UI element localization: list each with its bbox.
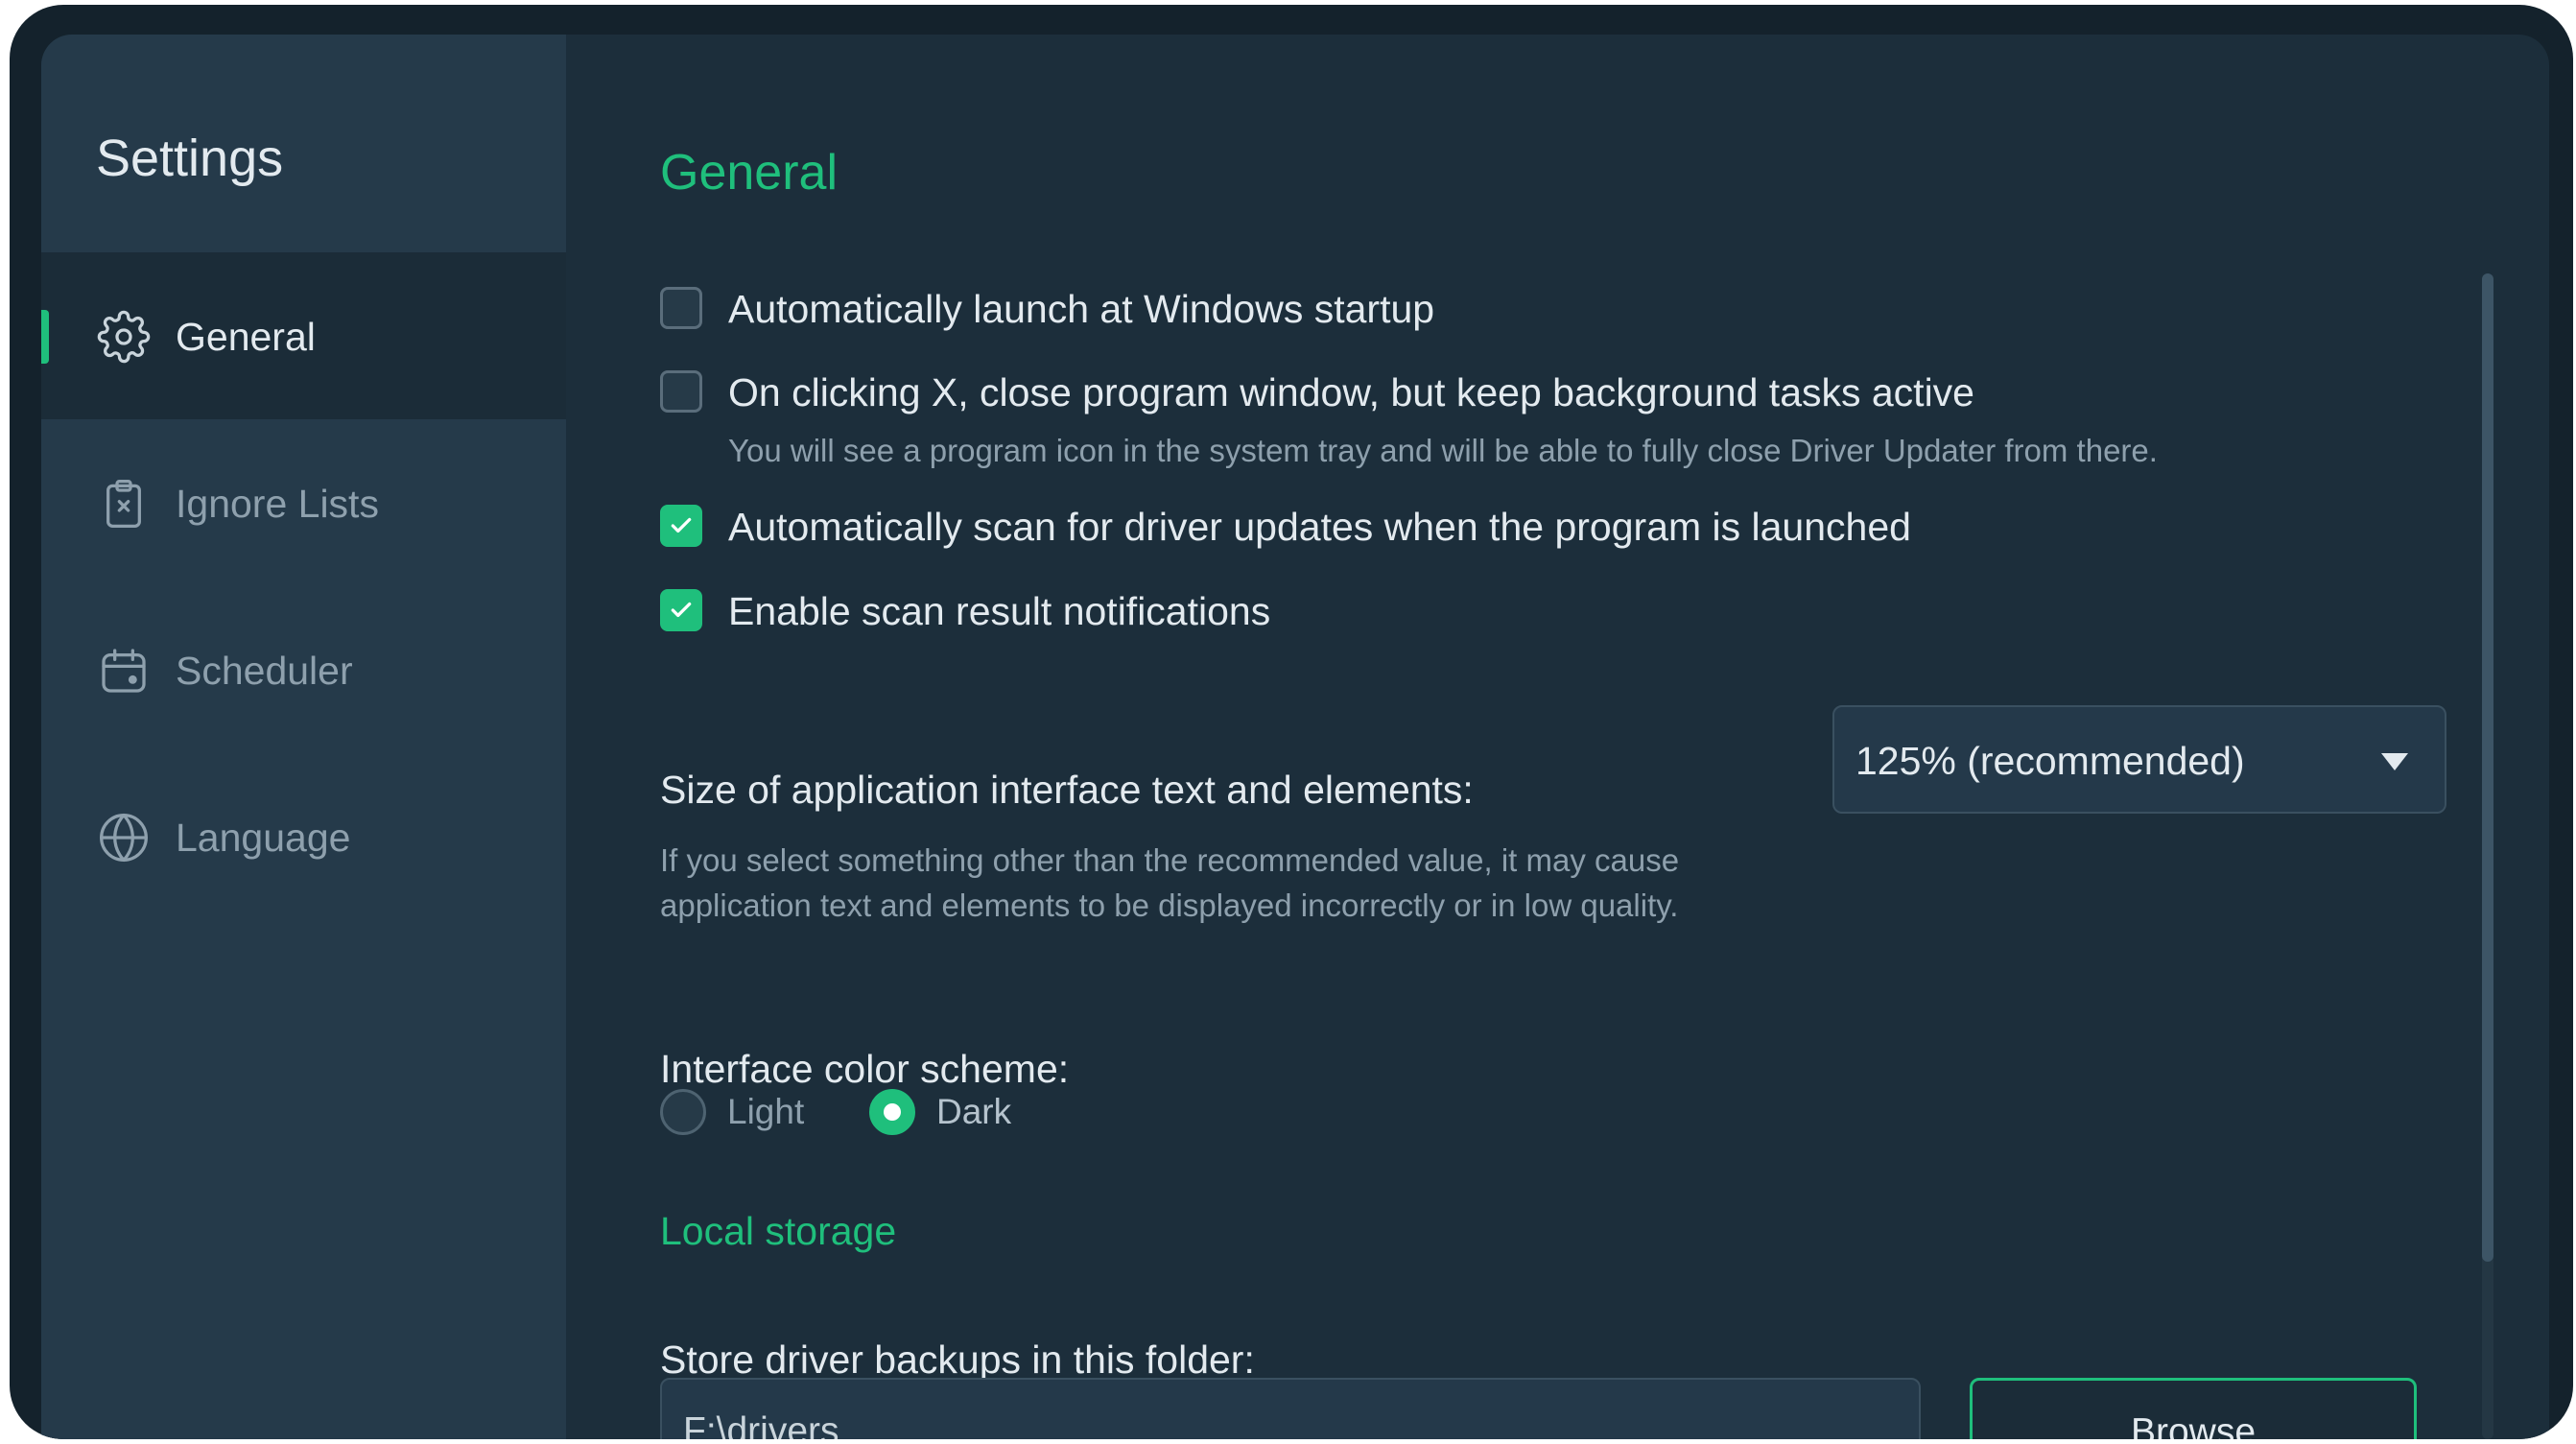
backup-folder-input[interactable]: F:\drivers [660, 1378, 1921, 1439]
checkbox[interactable] [660, 589, 702, 631]
checkbox-label: Automatically scan for driver updates wh… [728, 505, 1911, 549]
sidebar-item-label: Language [176, 816, 351, 860]
checkbox-label: On clicking X, close program window, but… [728, 370, 1974, 414]
app-frame: Settings General Ignore Lists Scheduler … [10, 5, 2573, 1439]
ui-size-label: Size of application interface text and e… [660, 768, 1474, 812]
sidebar-item-general[interactable]: General [41, 252, 566, 419]
color-scheme-label: Interface color scheme: [660, 1047, 1070, 1091]
globe-icon [100, 814, 148, 862]
sidebar-title: Settings [96, 130, 284, 187]
background-tasks-hint: You will see a program icon in the syste… [728, 433, 2158, 468]
radio-label: Dark [936, 1092, 1012, 1131]
settings-window: Settings General Ignore Lists Scheduler … [41, 35, 2549, 1439]
clipboard-x-icon [106, 480, 141, 528]
gear-icon [97, 310, 151, 364]
checkmark-icon [671, 517, 692, 533]
sidebar-item-label: General [176, 315, 316, 359]
ui-size-value: 125% (recommended) [1855, 739, 2245, 783]
active-indicator [41, 310, 49, 364]
checkbox-label: Enable scan result notifications [728, 589, 1271, 633]
scrollbar-thumb[interactable] [2482, 273, 2493, 1262]
ui-size-select[interactable]: 125% (recommended) [1832, 705, 2446, 814]
chevron-down-icon [2381, 753, 2408, 770]
ui-size-hint: If you select something other than the r… [660, 842, 1680, 923]
sidebar-item-scheduler[interactable]: Scheduler [41, 586, 566, 753]
checkbox[interactable] [660, 287, 702, 329]
page-title: General [660, 145, 838, 201]
checkmark-icon [671, 602, 692, 618]
sidebar-item-ignore-lists[interactable]: Ignore Lists [41, 419, 566, 586]
checkbox[interactable] [660, 505, 702, 547]
scrollbar[interactable] [2482, 273, 2493, 1439]
calendar-icon [102, 649, 146, 693]
sidebar-item-label: Ignore Lists [176, 482, 379, 526]
local-storage-title: Local storage [660, 1209, 897, 1253]
sidebar-item-label: Scheduler [176, 649, 353, 693]
checkbox[interactable] [660, 370, 702, 413]
radio-button[interactable] [660, 1089, 706, 1135]
radio-label: Light [727, 1092, 805, 1131]
sidebar: Settings General Ignore Lists Scheduler … [41, 35, 566, 1439]
sidebar-item-language[interactable]: Language [41, 753, 566, 920]
main-content: General Automatically launch at Windows … [566, 35, 2549, 1439]
browse-button[interactable]: Browse [1970, 1378, 2417, 1439]
backup-folder-label: Store driver backups in this folder: [660, 1337, 1255, 1382]
radio-button[interactable] [869, 1089, 915, 1135]
checkbox-label: Automatically launch at Windows startup [728, 287, 1435, 331]
